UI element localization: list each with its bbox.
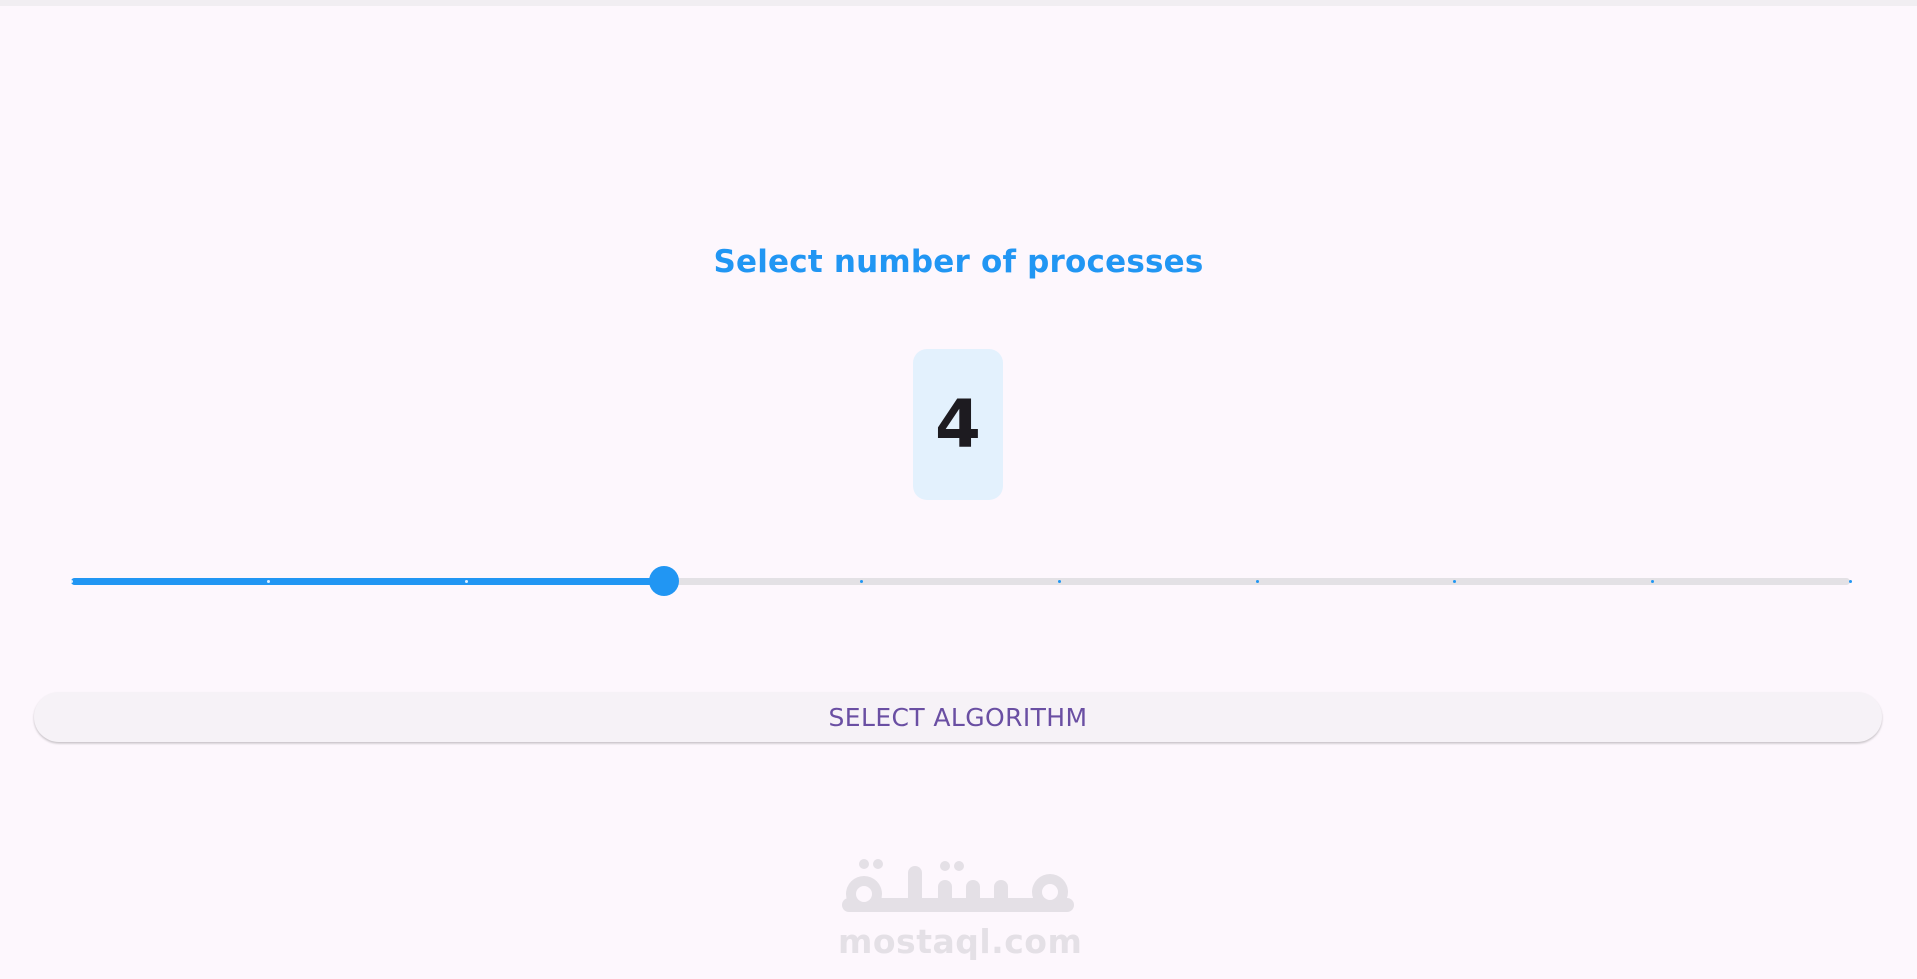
slider-tick [1057,579,1061,583]
slider-tick [1453,579,1457,583]
select-algorithm-button-label: SELECT ALGORITHM [828,702,1088,732]
slider-thumb[interactable] [649,566,679,596]
select-algorithm-button[interactable]: SELECT ALGORITHM [34,692,1882,742]
mostaql-logo-icon [842,859,1074,912]
page-title: Select number of processes [713,244,1204,280]
selected-value-box: 4 [913,349,1003,500]
top-divider [0,0,1917,6]
slider-tick [1255,579,1259,583]
slider-tick [1848,579,1852,583]
mostaql-domain: mostaql.com [838,922,1083,961]
slider-tick [1650,579,1654,583]
slider-tick [267,579,271,583]
slider-tick [69,579,73,583]
selected-value: 4 [935,386,981,463]
process-count-slider[interactable] [55,561,1852,601]
mostaql-watermark: mostaql.com [838,858,1083,962]
slider-tick [860,579,864,583]
slider-tick [464,579,468,583]
slider-track-active[interactable] [71,578,664,585]
